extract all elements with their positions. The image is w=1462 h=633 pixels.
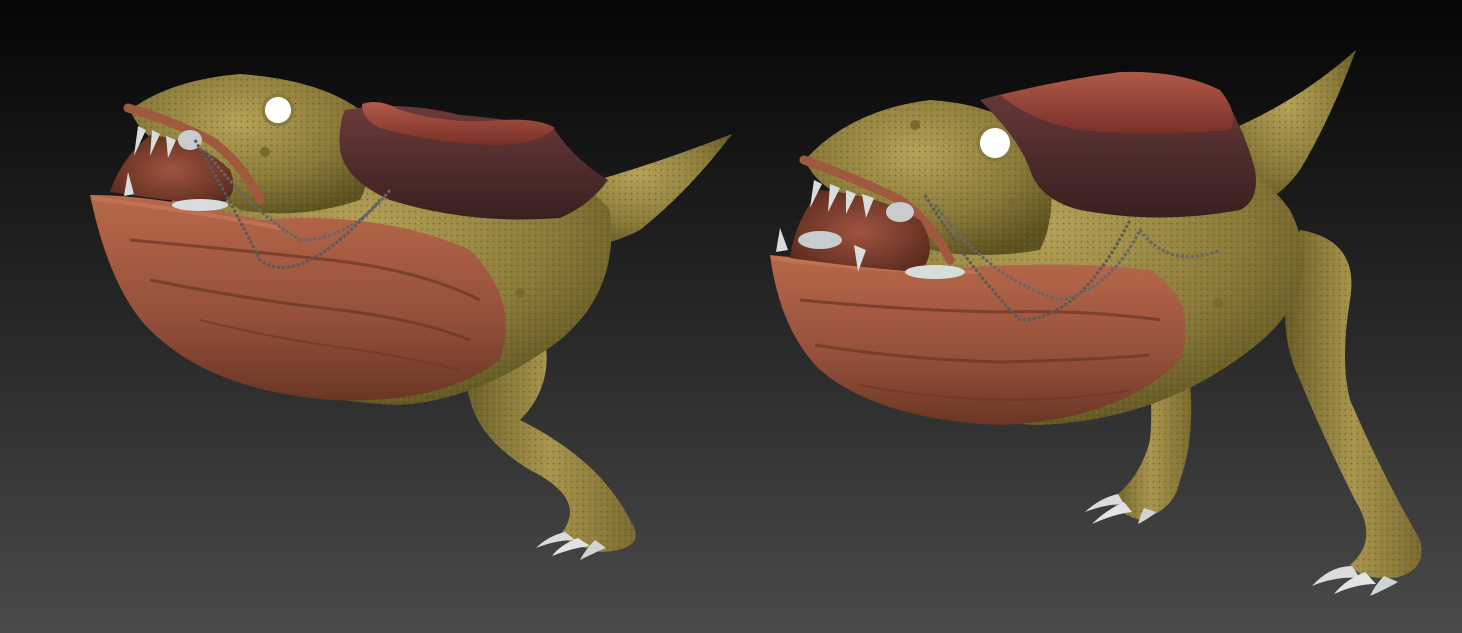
creature-eye [980, 128, 1010, 158]
render-viewport [0, 0, 1462, 633]
creature-eye [265, 97, 291, 123]
sculpt-render-scene [0, 0, 1462, 633]
